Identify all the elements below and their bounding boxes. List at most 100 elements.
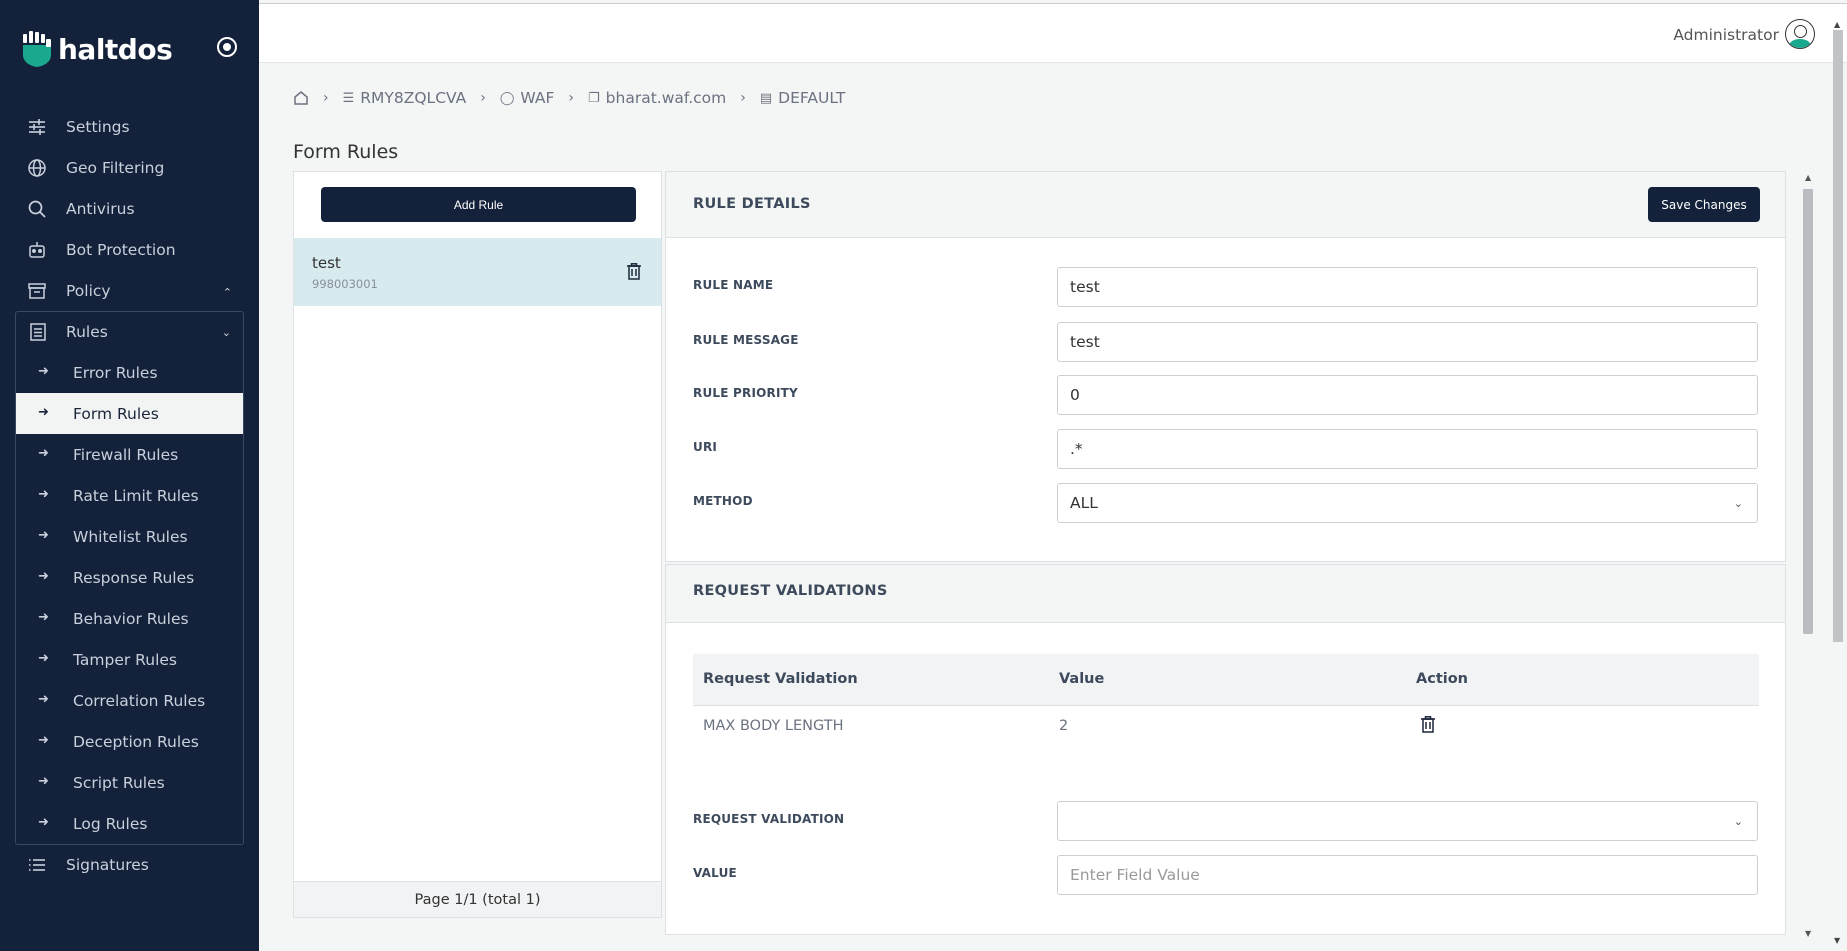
- sidebar-subitem-label: Deception Rules: [73, 732, 199, 751]
- field-label: METHOD: [693, 494, 753, 508]
- window-icon: ❐: [588, 90, 600, 106]
- column-header: Action: [1416, 671, 1469, 687]
- sidebar-item-geo-filtering[interactable]: Geo Filtering: [0, 147, 259, 188]
- column-header: Request Validation: [703, 671, 858, 687]
- arrow-right-icon: ➜: [38, 528, 49, 543]
- sidebar: haltdos Settings Geo Filtering Antivirus…: [0, 0, 259, 951]
- uri-input[interactable]: .*: [1057, 429, 1758, 469]
- chevron-down-icon: ⌄: [1733, 815, 1743, 828]
- breadcrumb-item-tenant[interactable]: ☰ RMY8ZQLCVA: [343, 89, 467, 107]
- field-label: REQUEST VALIDATION: [693, 812, 845, 826]
- brand-name: haltdos: [58, 32, 173, 66]
- scroll-up-icon[interactable]: ▲: [1805, 173, 1811, 182]
- sidebar-subitem-script-rules[interactable]: ➜ Script Rules: [16, 762, 243, 803]
- sidebar-item-rules[interactable]: Rules ⌄: [16, 312, 243, 352]
- sidebar-subitem-form-rules[interactable]: ➜ Form Rules: [16, 393, 243, 434]
- sidebar-subitem-label: Whitelist Rules: [73, 527, 188, 546]
- shield-icon: ◯: [499, 90, 515, 106]
- breadcrumb-label: bharat.waf.com: [605, 89, 727, 107]
- sidebar-subitem-tamper-rules[interactable]: ➜ Tamper Rules: [16, 639, 243, 680]
- sidebar-item-label: Signatures: [66, 855, 149, 874]
- user-name[interactable]: Administrator: [1673, 26, 1779, 44]
- sidebar-subitem-firewall-rules[interactable]: ➜ Firewall Rules: [16, 434, 243, 475]
- sidebar-subitem-log-rules[interactable]: ➜ Log Rules: [16, 803, 243, 844]
- scroll-down-icon[interactable]: ▼: [1805, 929, 1811, 938]
- request-validation-row: REQUEST VALIDATION ⌄: [693, 801, 1762, 841]
- section-title: RULE DETAILS: [693, 196, 811, 212]
- brand-logo[interactable]: haltdos: [22, 30, 173, 68]
- sidebar-subitem-deception-rules[interactable]: ➜ Deception Rules: [16, 721, 243, 762]
- sidebar-subitem-whitelist-rules[interactable]: ➜ Whitelist Rules: [16, 516, 243, 557]
- list-item[interactable]: test 998003001: [294, 238, 661, 306]
- scroll-down-icon[interactable]: ▼: [1834, 936, 1840, 945]
- rule-priority-row: RULE PRIORITY 0: [693, 375, 1762, 415]
- page-scrollbar[interactable]: ▲ ▼: [1832, 20, 1844, 945]
- search-icon: [28, 200, 46, 218]
- request-validation-select[interactable]: ⌄: [1057, 801, 1758, 841]
- sidebar-subitem-label: Correlation Rules: [73, 691, 206, 710]
- rule-name: test: [312, 254, 341, 272]
- sidebar-subitem-response-rules[interactable]: ➜ Response Rules: [16, 557, 243, 598]
- validation-cell: MAX BODY LENGTH: [703, 718, 844, 734]
- sidebar-subitem-label: Script Rules: [73, 773, 165, 792]
- breadcrumb: › ☰ RMY8ZQLCVA › ◯ WAF › ❐ bharat.waf.com ›…: [293, 89, 845, 107]
- avatar[interactable]: [1785, 19, 1815, 49]
- sidebar-item-bot-protection[interactable]: Bot Protection: [0, 229, 259, 270]
- section-title: REQUEST VALIDATIONS: [693, 583, 888, 599]
- trash-icon[interactable]: [627, 263, 641, 280]
- sidebar-subitem-label: Tamper Rules: [73, 650, 177, 669]
- sidebar-item-label: Geo Filtering: [66, 158, 165, 177]
- panel-scrollbar[interactable]: ▲ ▼: [1802, 171, 1816, 938]
- field-label: URI: [693, 440, 718, 454]
- sidebar-item-settings[interactable]: Settings: [0, 106, 259, 147]
- arrow-right-icon: ➜: [38, 774, 49, 789]
- target-icon[interactable]: [217, 37, 237, 57]
- scrollbar-thumb[interactable]: [1803, 189, 1813, 634]
- sidebar-item-signatures[interactable]: Signatures: [0, 844, 259, 885]
- arrow-right-icon: ➜: [38, 569, 49, 584]
- sidebar-item-label: Settings: [66, 117, 130, 136]
- sidebar-item-policy[interactable]: Policy ⌃: [0, 270, 259, 311]
- request-validations-header: REQUEST VALIDATIONS: [666, 565, 1785, 623]
- sidebar-item-antivirus[interactable]: Antivirus: [0, 188, 259, 229]
- sidebar-item-label: Rules: [66, 323, 108, 341]
- breadcrumb-item-domain[interactable]: ❐ bharat.waf.com: [588, 89, 726, 107]
- rule-message-input[interactable]: test: [1057, 322, 1758, 362]
- layers-icon: ☰: [342, 90, 355, 106]
- save-changes-button[interactable]: Save Changes: [1648, 187, 1760, 222]
- breadcrumb-separator: ›: [568, 90, 575, 106]
- chevron-up-icon: ⌃: [222, 286, 232, 299]
- method-select[interactable]: ALL ⌄: [1057, 483, 1758, 523]
- field-label: RULE NAME: [693, 278, 774, 292]
- breadcrumb-separator: ›: [323, 90, 329, 106]
- value-row: VALUE Enter Field Value: [693, 855, 1762, 895]
- breadcrumb-separator: ›: [480, 90, 486, 106]
- uri-row: URI .*: [693, 429, 1762, 469]
- archive-icon: [28, 283, 46, 299]
- scrollbar-thumb[interactable]: [1833, 30, 1843, 642]
- add-rule-button[interactable]: Add Rule: [321, 187, 636, 222]
- sidebar-subitem-label: Error Rules: [73, 363, 158, 382]
- sidebar-subitem-correlation-rules[interactable]: ➜ Correlation Rules: [16, 680, 243, 721]
- breadcrumb-label: RMY8ZQLCVA: [360, 89, 467, 107]
- trash-icon[interactable]: [1421, 716, 1435, 733]
- rule-id: 998003001: [312, 277, 378, 291]
- scroll-up-icon[interactable]: ▲: [1834, 20, 1840, 29]
- sidebar-subitem-label: Behavior Rules: [73, 609, 189, 628]
- rule-priority-input[interactable]: 0: [1057, 375, 1758, 415]
- rule-details-panel: RULE DETAILS Save Changes RULE NAME test…: [665, 171, 1786, 562]
- method-select-value: ALL: [1070, 494, 1098, 512]
- validations-table: Request Validation Value Action MAX BODY…: [693, 654, 1759, 750]
- sidebar-subitem-error-rules[interactable]: ➜ Error Rules: [16, 352, 243, 393]
- sidebar-subitem-behavior-rules[interactable]: ➜ Behavior Rules: [16, 598, 243, 639]
- sidebar-subitem-rate-limit-rules[interactable]: ➜ Rate Limit Rules: [16, 475, 243, 516]
- rule-name-input[interactable]: test: [1057, 267, 1758, 307]
- breadcrumb-label: WAF: [520, 89, 555, 107]
- home-icon[interactable]: [293, 90, 309, 106]
- arrow-right-icon: ➜: [38, 364, 49, 379]
- breadcrumb-item-profile[interactable]: ▤ DEFAULT: [760, 89, 845, 107]
- sidebar-nav: Settings Geo Filtering Antivirus Bot Pro…: [0, 106, 259, 311]
- value-input[interactable]: Enter Field Value: [1057, 855, 1758, 895]
- breadcrumb-separator: ›: [740, 90, 746, 106]
- breadcrumb-item-waf[interactable]: ◯ WAF: [500, 89, 555, 107]
